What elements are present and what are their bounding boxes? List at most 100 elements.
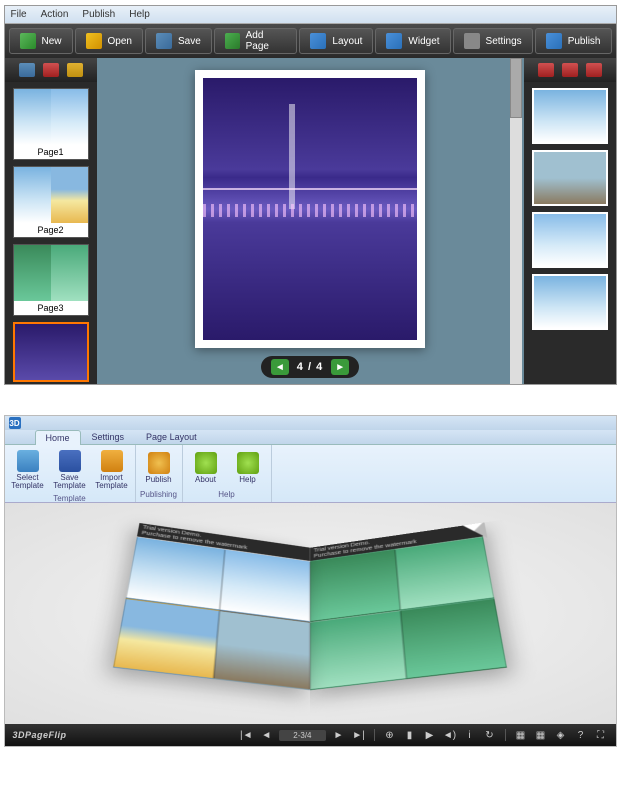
asset-thumbnails xyxy=(524,82,616,384)
repeat-button[interactable]: ↻ xyxy=(483,728,497,742)
page-editor-app: File Action Publish Help New Open Save A… xyxy=(4,5,617,385)
page-navigator: ◄ 4 / 4 ► xyxy=(261,356,359,378)
about-button[interactable]: About xyxy=(187,447,225,489)
delete-page-icon[interactable] xyxy=(43,63,59,77)
select-template-icon xyxy=(17,450,39,472)
import-template-icon xyxy=(101,450,123,472)
asset-thumb[interactable] xyxy=(532,150,608,206)
save-template-button[interactable]: Save Template xyxy=(51,447,89,493)
fullscreen-button[interactable]: ⛶ xyxy=(594,728,608,742)
page-thumb-3[interactable]: Page3 xyxy=(13,244,89,316)
ribbon-group-help: About Help Help xyxy=(183,445,272,502)
open-button[interactable]: Open xyxy=(75,28,143,54)
publish-button[interactable]: Publish xyxy=(140,447,178,489)
book-page-right: Trial version Demo.Purchase to remove th… xyxy=(310,522,507,689)
asset-icon-1[interactable] xyxy=(538,63,554,77)
prev-page-button[interactable]: ◄ xyxy=(259,728,273,742)
save-template-icon xyxy=(59,450,81,472)
pageflip-app: 3D Home Settings Page Layout Select Temp… xyxy=(4,415,617,747)
tab-settings[interactable]: Settings xyxy=(81,429,136,444)
prev-page-button[interactable]: ◄ xyxy=(271,359,289,375)
asset-thumb[interactable] xyxy=(532,274,608,330)
menu-action[interactable]: Action xyxy=(41,9,69,20)
open-icon xyxy=(86,33,102,49)
next-page-button[interactable]: ► xyxy=(331,359,349,375)
assets-panel-toolbar xyxy=(524,58,616,82)
canvas-area: ◄ 4 / 4 ► xyxy=(97,58,524,384)
select-template-button[interactable]: Select Template xyxy=(9,447,47,493)
last-page-button[interactable]: ►| xyxy=(352,728,366,742)
publish-icon xyxy=(546,33,562,49)
menu-publish[interactable]: Publish xyxy=(82,9,115,20)
thumbnails-button[interactable]: ▦ xyxy=(534,728,548,742)
main-toolbar: New Open Save Add Page Layout Widget Set… xyxy=(5,24,616,58)
page-range-indicator: 2-3/4 xyxy=(279,730,325,741)
import-template-button[interactable]: Import Template xyxy=(93,447,131,493)
workspace: Page1 Page2 Page3 xyxy=(5,58,616,384)
tab-page-layout[interactable]: Page Layout xyxy=(135,429,208,444)
new-icon xyxy=(20,33,36,49)
page-thumb-4[interactable] xyxy=(13,322,89,382)
publish-icon xyxy=(148,452,170,474)
asset-icon-3[interactable] xyxy=(586,63,602,77)
asset-thumb[interactable] xyxy=(532,212,608,268)
widget-icon xyxy=(386,33,402,49)
play-button[interactable]: ▶ xyxy=(423,728,437,742)
save-button[interactable]: Save xyxy=(145,28,212,54)
ribbon-group-publishing: Publish Publishing xyxy=(136,445,183,502)
page-thumb-label: Page2 xyxy=(14,223,88,237)
share-button[interactable]: ? xyxy=(574,728,588,742)
pages-panel-toolbar xyxy=(5,58,97,82)
save-icon xyxy=(156,33,172,49)
viewer-toolbar: 3DPageFlip |◄ ◄ 2-3/4 ► ►| ⊕ ▮ ▶ ◄) i ↻ … xyxy=(5,724,616,746)
page-thumb-2[interactable]: Page2 xyxy=(13,166,89,238)
book-viewer[interactable]: Trial version Demo.Purchase to remove th… xyxy=(5,503,616,724)
page-indicator: 4 / 4 xyxy=(297,361,323,373)
publish-button[interactable]: Publish xyxy=(535,28,612,54)
assets-panel xyxy=(524,58,616,384)
gear-icon xyxy=(464,33,480,49)
tilt-button[interactable]: ▦ xyxy=(514,728,528,742)
brand-label: 3DPageFlip xyxy=(13,730,67,740)
ribbon-group-label: Publishing xyxy=(140,489,178,500)
flipbook[interactable]: Trial version Demo.Purchase to remove th… xyxy=(117,547,504,690)
asset-icon-2[interactable] xyxy=(562,63,578,77)
page-thumb-label: Page3 xyxy=(14,301,88,315)
canvas-image xyxy=(203,78,417,340)
menu-help[interactable]: Help xyxy=(129,9,150,20)
app-logo-icon: 3D xyxy=(9,417,21,429)
settings-button[interactable]: Settings xyxy=(453,28,533,54)
help-icon xyxy=(237,452,259,474)
layout-icon xyxy=(310,33,326,49)
ribbon-tabs: Home Settings Page Layout xyxy=(5,430,616,445)
add-page-button[interactable]: Add Page xyxy=(214,28,298,54)
page-thumb-1[interactable]: Page1 xyxy=(13,88,89,160)
widget-button[interactable]: Widget xyxy=(375,28,450,54)
vertical-scrollbar[interactable] xyxy=(510,58,522,384)
page-canvas[interactable] xyxy=(195,70,425,348)
about-icon xyxy=(195,452,217,474)
edit-page-icon[interactable] xyxy=(67,63,83,77)
page-thumbnails: Page1 Page2 Page3 xyxy=(5,82,97,384)
pages-panel: Page1 Page2 Page3 xyxy=(5,58,97,384)
tab-home[interactable]: Home xyxy=(35,430,81,445)
zoom-button[interactable]: ⊕ xyxy=(383,728,397,742)
asset-thumb[interactable] xyxy=(532,88,608,144)
layout-button[interactable]: Layout xyxy=(299,28,373,54)
info-button[interactable]: i xyxy=(463,728,477,742)
layers-button[interactable]: ◈ xyxy=(554,728,568,742)
page-thumb-label: Page1 xyxy=(14,145,88,159)
help-button[interactable]: Help xyxy=(229,447,267,489)
next-page-button[interactable]: ► xyxy=(332,728,346,742)
new-button[interactable]: New xyxy=(9,28,73,54)
book-page-left: Trial version Demo.Purchase to remove th… xyxy=(113,522,310,689)
add-page-icon xyxy=(225,33,240,49)
title-bar: 3D xyxy=(5,416,616,430)
menu-bar: File Action Publish Help xyxy=(5,6,616,24)
first-page-button[interactable]: |◄ xyxy=(239,728,253,742)
ribbon-group-template: Select Template Save Template Import Tem… xyxy=(5,445,136,502)
bookmark-button[interactable]: ▮ xyxy=(403,728,417,742)
menu-file[interactable]: File xyxy=(11,9,27,20)
add-page-icon[interactable] xyxy=(19,63,35,77)
sound-button[interactable]: ◄) xyxy=(443,728,457,742)
